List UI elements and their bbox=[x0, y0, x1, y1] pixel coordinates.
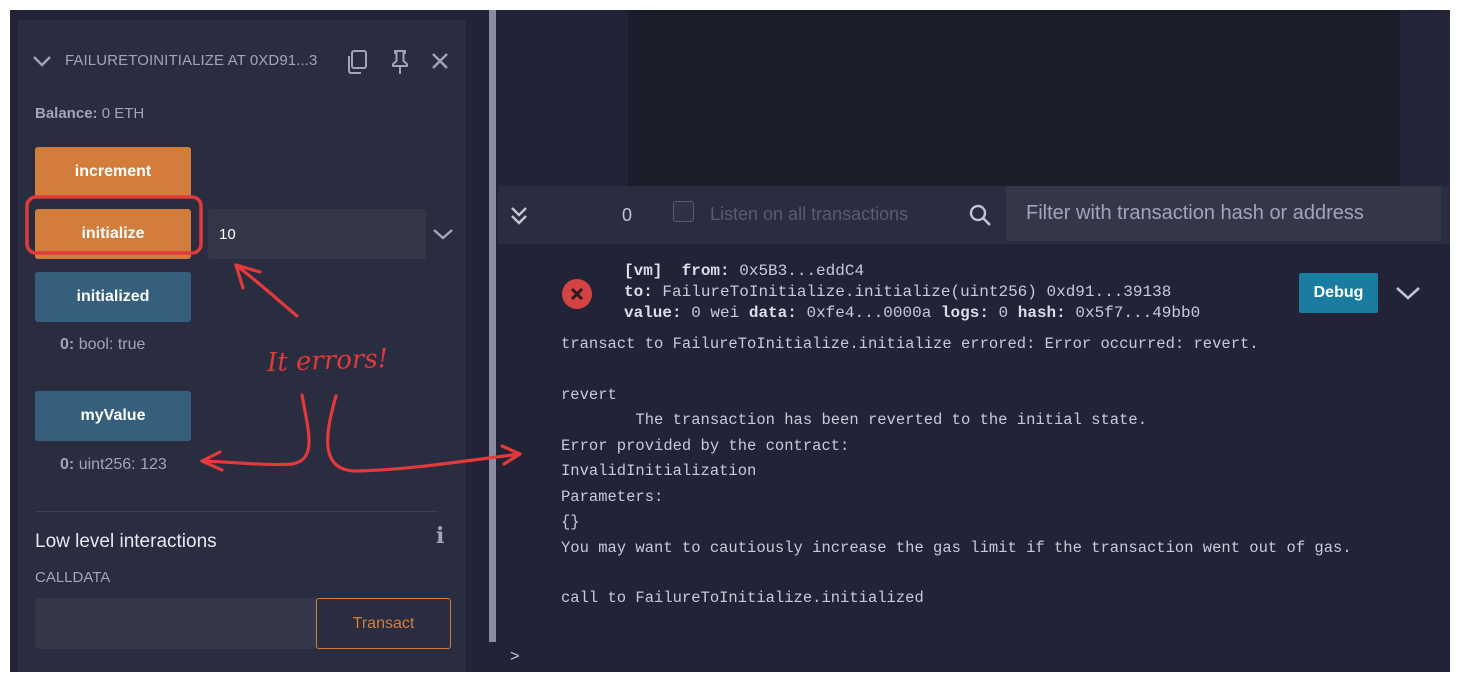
log-line: call to FailureToInitialize.initialized bbox=[561, 589, 924, 607]
close-icon[interactable] bbox=[431, 52, 449, 70]
balance-value: 0 ETH bbox=[101, 105, 145, 122]
to-key: to: bbox=[624, 283, 653, 301]
double-chevron-down-icon[interactable] bbox=[509, 205, 529, 227]
logs-key: logs: bbox=[940, 304, 989, 322]
data-key: data: bbox=[748, 304, 797, 322]
log-line: transact to FailureToInitialize.initiali… bbox=[561, 335, 1259, 353]
error-icon bbox=[562, 279, 592, 309]
tx-line-from: [vm] from: 0x5B3...eddC4 bbox=[624, 261, 1200, 282]
contract-instance-title[interactable]: FAILURETOINITIALIZE AT 0XD91...3 bbox=[65, 52, 327, 72]
listen-all-checkbox[interactable] bbox=[673, 201, 694, 222]
calldata-input[interactable] bbox=[35, 598, 317, 649]
pending-tx-count: 0 bbox=[622, 205, 633, 225]
from-key: from: bbox=[681, 262, 730, 280]
initialized-button[interactable]: initialized bbox=[35, 272, 191, 322]
tx-summary[interactable]: [vm] from: 0x5B3...eddC4 to: FailureToIn… bbox=[624, 261, 1200, 324]
editor-area[interactable] bbox=[628, 10, 1400, 186]
tx-line-details: value: 0 wei data: 0xfe4...0000a logs: 0… bbox=[624, 303, 1200, 324]
terminal-prompt[interactable]: > bbox=[510, 648, 520, 666]
panel-splitter[interactable] bbox=[489, 10, 496, 642]
initialize-button[interactable]: initialize bbox=[35, 209, 191, 259]
tx-filter-input[interactable] bbox=[1006, 186, 1441, 241]
chevron-down-icon[interactable] bbox=[1395, 285, 1421, 301]
chevron-down-icon[interactable] bbox=[32, 54, 52, 68]
result-value: bool: true bbox=[78, 336, 146, 353]
log-line: revert bbox=[561, 386, 617, 404]
logs-value: 0 bbox=[998, 304, 1009, 322]
value-key: value: bbox=[624, 304, 682, 322]
data-value: 0xfe4...0000a bbox=[806, 304, 932, 322]
myvalue-button[interactable]: myValue bbox=[35, 391, 191, 441]
calldata-label: CALLDATA bbox=[35, 569, 111, 586]
editor-minimap bbox=[1400, 10, 1450, 186]
log-line: Parameters: bbox=[561, 488, 664, 506]
hash-key: hash: bbox=[1017, 304, 1066, 322]
value-value: 0 wei bbox=[691, 304, 740, 322]
increment-button[interactable]: increment bbox=[35, 147, 191, 197]
debug-button[interactable]: Debug bbox=[1299, 273, 1378, 313]
remix-window: FAILURETOINITIALIZE AT 0XD91...3 Balance… bbox=[10, 10, 1450, 672]
deployed-contract-panel: FAILURETOINITIALIZE AT 0XD91...3 Balance… bbox=[18, 20, 466, 672]
search-icon[interactable] bbox=[968, 203, 992, 227]
result-index: 0: bbox=[60, 456, 75, 473]
balance-display: Balance: 0 ETH bbox=[35, 105, 144, 122]
expand-args-chevron-down-icon[interactable] bbox=[432, 227, 454, 241]
info-icon[interactable]: i bbox=[436, 523, 444, 549]
to-value: FailureToInitialize.initialize(uint256) … bbox=[662, 283, 1172, 301]
log-line: The transaction has been reverted to the… bbox=[561, 411, 1147, 429]
pin-icon[interactable] bbox=[389, 49, 411, 75]
result-value: uint256: 123 bbox=[78, 456, 167, 473]
section-divider bbox=[35, 511, 438, 512]
listen-all-label[interactable]: Listen on all transactions bbox=[710, 204, 908, 225]
vm-tag: [vm] bbox=[624, 262, 663, 280]
transact-button[interactable]: Transact bbox=[316, 598, 451, 649]
tx-line-to: to: FailureToInitialize.initialize(uint2… bbox=[624, 282, 1200, 303]
hash-value: 0x5f7...49bb0 bbox=[1075, 304, 1201, 322]
log-line: You may want to cautiously increase the … bbox=[561, 539, 1352, 557]
log-line: {} bbox=[561, 513, 580, 531]
copy-icon[interactable] bbox=[345, 49, 369, 75]
initialize-arg-input[interactable] bbox=[208, 209, 426, 259]
balance-label: Balance: bbox=[35, 105, 98, 122]
result-index: 0: bbox=[60, 336, 75, 353]
myvalue-result: 0: uint256: 123 bbox=[60, 456, 167, 474]
log-line: InvalidInitialization bbox=[561, 462, 757, 480]
annotation-text: It errors! bbox=[266, 343, 389, 379]
low-level-interactions-title: Low level interactions bbox=[35, 531, 217, 552]
initialized-result: 0: bool: true bbox=[60, 336, 145, 354]
log-line: Error provided by the contract: bbox=[561, 437, 850, 455]
from-value: 0x5B3...eddC4 bbox=[739, 262, 865, 280]
